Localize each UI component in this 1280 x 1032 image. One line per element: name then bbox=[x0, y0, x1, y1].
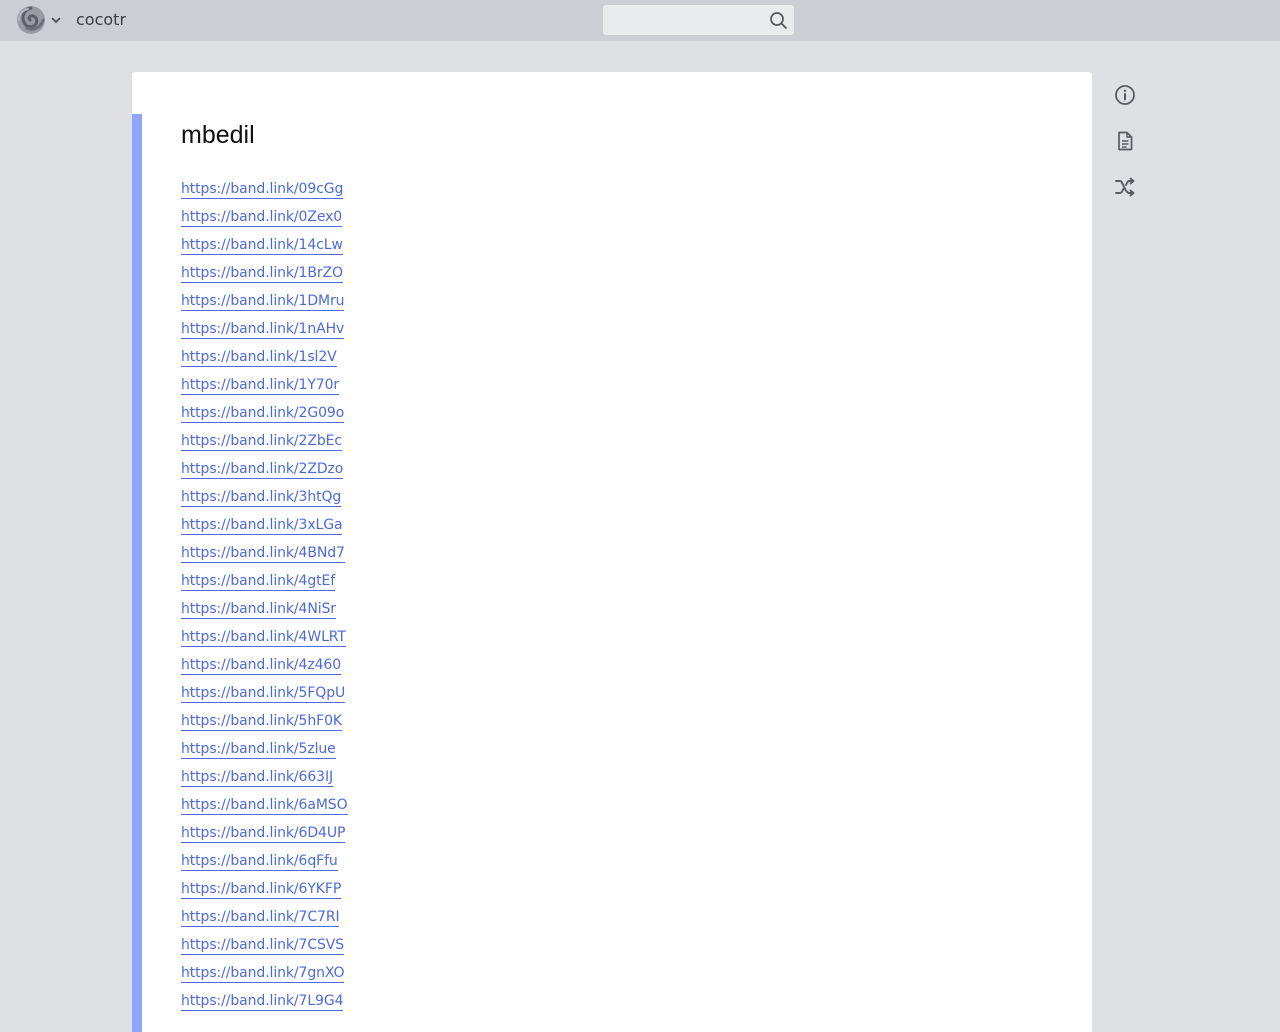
list-item: https://band.link/663IJ bbox=[181, 767, 348, 795]
list-item: https://band.link/4z460 bbox=[181, 655, 348, 683]
link-item[interactable]: https://band.link/1Y70r bbox=[181, 377, 339, 395]
list-item: https://band.link/2ZbEc bbox=[181, 431, 348, 459]
link-item[interactable]: https://band.link/0Zex0 bbox=[181, 209, 342, 227]
list-item: https://band.link/1sl2V bbox=[181, 347, 348, 375]
link-item[interactable]: https://band.link/6aMSO bbox=[181, 797, 348, 815]
app-name[interactable]: cocotr bbox=[76, 10, 126, 30]
list-item: https://band.link/4gtEf bbox=[181, 571, 348, 599]
shuffle-icon[interactable] bbox=[1113, 175, 1137, 199]
list-item: https://band.link/1Y70r bbox=[181, 375, 348, 403]
link-item[interactable]: https://band.link/663IJ bbox=[181, 769, 333, 787]
link-item[interactable]: https://band.link/3htQg bbox=[181, 489, 341, 507]
list-item: https://band.link/09cGg bbox=[181, 179, 348, 207]
link-item[interactable]: https://band.link/4z460 bbox=[181, 657, 341, 675]
link-item[interactable]: https://band.link/4gtEf bbox=[181, 573, 335, 591]
info-icon[interactable] bbox=[1113, 83, 1137, 107]
link-item[interactable]: https://band.link/2G09o bbox=[181, 405, 344, 423]
link-item[interactable]: https://band.link/14cLw bbox=[181, 237, 343, 255]
spiral-logo-icon[interactable] bbox=[15, 4, 47, 36]
link-item[interactable]: https://band.link/2ZDzo bbox=[181, 461, 343, 479]
list-item: https://band.link/1DMru bbox=[181, 291, 348, 319]
link-item[interactable]: https://band.link/1sl2V bbox=[181, 349, 337, 367]
link-list: https://band.link/09cGg https://band.link… bbox=[181, 179, 348, 1019]
list-item: https://band.link/14cLw bbox=[181, 235, 348, 263]
list-item: https://band.link/5hF0K bbox=[181, 711, 348, 739]
link-item[interactable]: https://band.link/7L9G4 bbox=[181, 993, 344, 1011]
search-input[interactable] bbox=[603, 5, 763, 35]
link-item[interactable]: https://band.link/1BrZO bbox=[181, 265, 343, 283]
list-item: https://band.link/6D4UP bbox=[181, 823, 348, 851]
list-item: https://band.link/1BrZO bbox=[181, 263, 348, 291]
search-box[interactable] bbox=[603, 5, 794, 35]
link-item[interactable]: https://band.link/7CSVS bbox=[181, 937, 344, 955]
link-item[interactable]: https://band.link/6D4UP bbox=[181, 825, 345, 843]
link-item[interactable]: https://band.link/2ZbEc bbox=[181, 433, 342, 451]
list-item: https://band.link/2G09o bbox=[181, 403, 348, 431]
link-item[interactable]: https://band.link/7C7RI bbox=[181, 909, 340, 927]
top-bar: cocotr bbox=[0, 0, 1280, 41]
link-item[interactable]: https://band.link/09cGg bbox=[181, 181, 343, 199]
link-item[interactable]: https://band.link/4NiSr bbox=[181, 601, 336, 619]
link-item[interactable]: https://band.link/3xLGa bbox=[181, 517, 343, 535]
list-item: https://band.link/1nAHv bbox=[181, 319, 348, 347]
list-item: https://band.link/4BNd7 bbox=[181, 543, 348, 571]
list-item: https://band.link/4WLRT bbox=[181, 627, 348, 655]
list-item: https://band.link/2ZDzo bbox=[181, 459, 348, 487]
list-item: https://band.link/4NiSr bbox=[181, 599, 348, 627]
list-item: https://band.link/6YKFP bbox=[181, 879, 348, 907]
list-item: https://band.link/7gnXO bbox=[181, 963, 348, 991]
search-icon[interactable] bbox=[769, 11, 788, 30]
link-item[interactable]: https://band.link/6YKFP bbox=[181, 881, 341, 899]
link-item[interactable]: https://band.link/1DMru bbox=[181, 293, 345, 311]
list-item: https://band.link/3htQg bbox=[181, 487, 348, 515]
document-icon[interactable] bbox=[1113, 129, 1137, 153]
list-item: https://band.link/3xLGa bbox=[181, 515, 348, 543]
list-item: https://band.link/7C7RI bbox=[181, 907, 348, 935]
list-item: https://band.link/6qFfu bbox=[181, 851, 348, 879]
link-item[interactable]: https://band.link/5FQpU bbox=[181, 685, 345, 703]
list-item: https://band.link/5FQpU bbox=[181, 683, 348, 711]
accent-bar bbox=[132, 114, 142, 1032]
content-card: mbedil https://band.link/09cGg https://ba… bbox=[132, 72, 1092, 1032]
link-item[interactable]: https://band.link/4WLRT bbox=[181, 629, 346, 647]
list-item: https://band.link/0Zex0 bbox=[181, 207, 348, 235]
list-item: https://band.link/5zlue bbox=[181, 739, 348, 767]
list-item: https://band.link/6aMSO bbox=[181, 795, 348, 823]
chevron-down-icon[interactable] bbox=[50, 12, 62, 26]
link-item[interactable]: https://band.link/6qFfu bbox=[181, 853, 338, 871]
link-item[interactable]: https://band.link/5zlue bbox=[181, 741, 336, 759]
link-item[interactable]: https://band.link/1nAHv bbox=[181, 321, 344, 339]
list-item: https://band.link/7L9G4 bbox=[181, 991, 348, 1019]
link-item[interactable]: https://band.link/5hF0K bbox=[181, 713, 342, 731]
link-item[interactable]: https://band.link/4BNd7 bbox=[181, 545, 345, 563]
link-item[interactable]: https://band.link/7gnXO bbox=[181, 965, 345, 983]
page-title: mbedil bbox=[181, 121, 255, 149]
side-toolbar bbox=[1113, 83, 1137, 221]
list-item: https://band.link/7CSVS bbox=[181, 935, 348, 963]
